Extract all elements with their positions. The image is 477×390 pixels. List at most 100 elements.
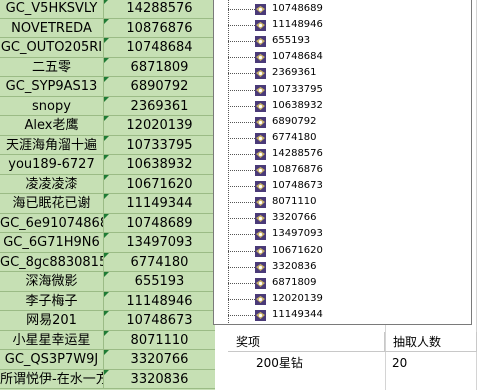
id-cell[interactable]: 6871809 <box>104 58 215 78</box>
id-cell[interactable]: 10733795 <box>104 136 215 156</box>
bird-icon <box>255 20 266 32</box>
tree-item[interactable]: 11149344 <box>214 306 454 324</box>
bird-icon <box>255 165 266 176</box>
name-cell[interactable]: GC_8gc8830815 <box>0 252 104 272</box>
name-cell[interactable]: Alex老鹰 <box>0 116 104 136</box>
table-row: 海已眠花已谢 11149344 <box>0 194 215 214</box>
bird-icon <box>255 277 266 289</box>
name-cell[interactable]: GC_OUTO205RI <box>0 38 104 58</box>
name-cell[interactable]: GC_QS3P7W9J <box>0 350 104 370</box>
prize-name-cell[interactable]: 200星钻 <box>256 353 303 373</box>
name-cell[interactable]: GC_6G71H9N6 <box>0 233 104 253</box>
id-cell[interactable]: 6890792 <box>104 77 215 97</box>
id-cell[interactable]: 10876876 <box>104 19 215 39</box>
cell-comment-marker <box>104 311 109 316</box>
id-cell[interactable]: 10748689 <box>104 214 215 234</box>
bird-icon <box>255 132 266 144</box>
cell-comment-marker <box>104 233 109 238</box>
id-cell[interactable]: 10638932 <box>104 155 215 175</box>
table-row: 天涯海角溜十遍 10733795 <box>0 135 215 156</box>
tree-branch-line <box>228 298 255 300</box>
bird-icon <box>255 36 266 48</box>
table-row: GC_8gc8830815 6774180 <box>0 252 215 273</box>
name-cell[interactable]: 李子梅子 <box>0 291 104 311</box>
bird-icon <box>255 68 266 80</box>
cell-comment-marker <box>104 369 109 375</box>
id-cell[interactable]: 11148946 <box>104 292 215 312</box>
tree-branch-line <box>228 153 255 155</box>
table-row: GC_QS3P7W9J 3320766 <box>0 350 215 370</box>
cell-comment-marker <box>104 155 109 160</box>
tree-branch-line <box>228 234 255 236</box>
id-cell[interactable]: 14288576 <box>104 0 215 19</box>
table-row: GC_V5HKSVLY 14288576 <box>0 0 215 19</box>
bird-icon <box>255 245 266 257</box>
id-cell[interactable]: 10671620 <box>104 175 215 195</box>
id-cell[interactable]: 11149344 <box>104 194 215 214</box>
tree-branch-line <box>228 266 255 268</box>
cell-comment-marker <box>104 194 109 199</box>
id-cell[interactable]: 8071110 <box>104 331 215 351</box>
name-cell[interactable]: 所谓悦伊-在水一方 <box>0 369 104 389</box>
id-cell[interactable]: 13497093 <box>104 233 215 253</box>
name-cell[interactable]: 二五零 <box>0 57 104 77</box>
id-cell[interactable]: 10748684 <box>104 38 215 58</box>
cell-comment-marker <box>104 252 109 258</box>
name-cell[interactable]: 凌凌凌漆 <box>0 174 104 194</box>
id-cell[interactable]: 3320836 <box>104 370 215 390</box>
tree-view-popup[interactable]: 10748689 11148946 655193 10748684 2369361 107… <box>213 0 472 325</box>
prize-count-cell[interactable]: 20 <box>392 353 407 373</box>
tree-branch-line <box>228 202 255 204</box>
table-row: NOVETREDA 10876876 <box>0 18 215 39</box>
table-row: GC_6G71H9N6 13497093 <box>0 233 215 253</box>
name-cell[interactable]: you189-6727 <box>0 155 104 175</box>
id-cell[interactable]: 12020139 <box>104 116 215 136</box>
id-cell[interactable]: 2369361 <box>104 97 215 117</box>
tree-branch-line <box>228 314 255 316</box>
cell-comment-marker <box>104 174 109 180</box>
name-cell[interactable]: 网易201 <box>0 311 104 331</box>
id-cell[interactable]: 3320766 <box>104 350 215 370</box>
name-cell[interactable]: GC_6e91074868 <box>0 213 104 233</box>
cell-comment-marker <box>104 330 109 336</box>
tree-branch-line <box>228 25 255 27</box>
cell-comment-marker <box>104 350 109 355</box>
bird-icon <box>255 309 266 321</box>
id-cell[interactable]: 10748673 <box>104 311 215 331</box>
name-cell[interactable]: GC_SYP9AS13 <box>0 77 104 97</box>
cell-comment-marker <box>104 38 109 43</box>
id-cell[interactable]: 655193 <box>104 272 215 292</box>
tree-branch-line <box>228 250 255 252</box>
name-cell[interactable]: 小星星幸运星 <box>0 330 104 350</box>
tree-branch-line <box>228 218 255 220</box>
name-cell[interactable]: 天涯海角溜十遍 <box>0 135 104 155</box>
bird-icon <box>255 84 266 96</box>
name-cell[interactable]: 海已眠花已谢 <box>0 194 104 214</box>
id-cell[interactable]: 6774180 <box>104 253 215 273</box>
table-row: snopy 2369361 <box>0 96 215 117</box>
bird-icon <box>255 100 266 112</box>
name-cell[interactable]: 深海微影 <box>0 272 104 292</box>
cell-comment-marker <box>104 96 109 102</box>
tree-branch-line <box>228 105 255 107</box>
table-row: you189-6727 10638932 <box>0 155 215 175</box>
table-row: 网易201 10748673 <box>0 311 215 331</box>
table-row: Alex老鹰 12020139 <box>0 116 215 136</box>
tree-branch-line <box>228 89 255 91</box>
cell-comment-marker <box>104 213 109 219</box>
prize-table: 奖项 抽取人数 200星钻 20 <box>228 332 477 390</box>
table-row: 凌凌凌漆 10671620 <box>0 174 215 195</box>
name-cell[interactable]: snopy <box>0 96 104 116</box>
bird-icon <box>255 213 266 225</box>
name-cell[interactable]: NOVETREDA <box>0 18 104 38</box>
bird-icon <box>255 261 266 273</box>
tree-branch-line <box>228 137 255 139</box>
cell-comment-marker <box>104 18 109 24</box>
table-row: 所谓悦伊-在水一方 3320836 <box>0 369 215 390</box>
cell-comment-marker <box>104 135 109 141</box>
table-row: 小星星幸运星 8071110 <box>0 330 215 351</box>
bird-icon <box>255 293 266 305</box>
tree-branch-line <box>228 121 255 123</box>
bird-icon <box>255 52 266 64</box>
name-cell[interactable]: GC_V5HKSVLY <box>0 0 104 19</box>
